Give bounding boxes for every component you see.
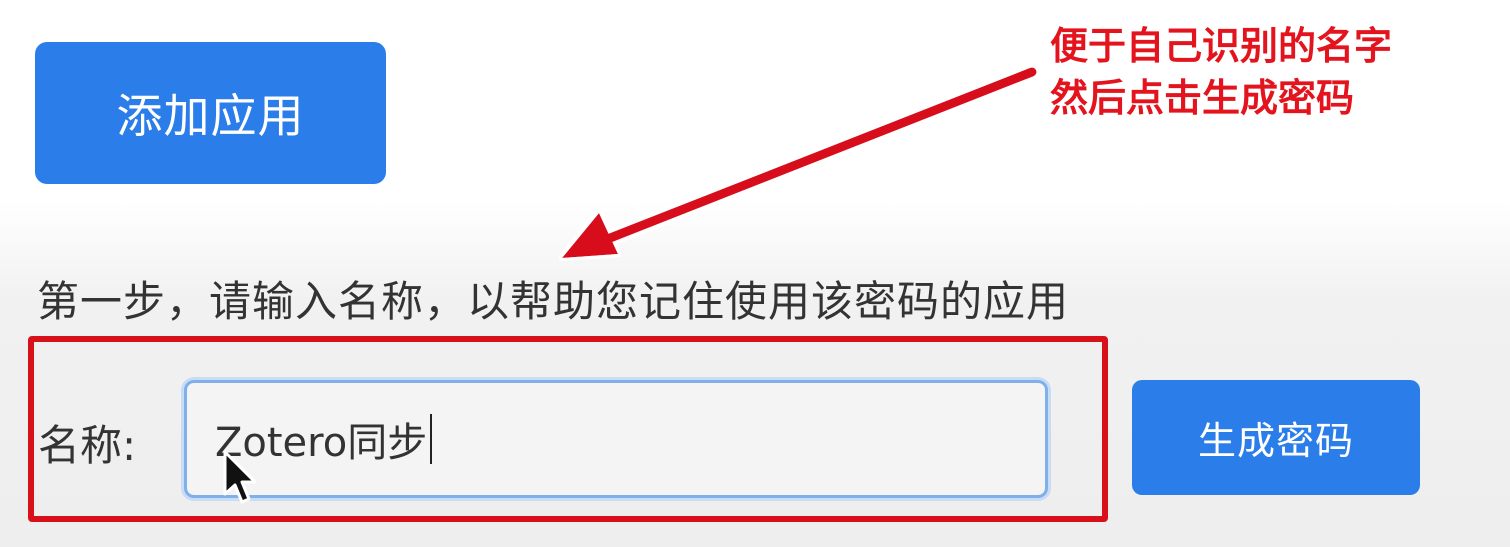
name-input[interactable]: Zotero同步 bbox=[184, 380, 1048, 498]
annotation-line-2: 然后点击生成密码 bbox=[1050, 76, 1355, 120]
annotation-note: 便于自己识别的名字 然后点击生成密码 bbox=[1050, 20, 1392, 124]
text-caret bbox=[430, 414, 433, 464]
add-app-button[interactable]: 添加应用 bbox=[35, 42, 386, 184]
mouse-pointer-icon bbox=[223, 450, 257, 504]
name-label: 名称: bbox=[38, 421, 137, 470]
annotation-line-1: 便于自己识别的名字 bbox=[1050, 24, 1393, 68]
generate-password-button[interactable]: 生成密码 bbox=[1132, 380, 1420, 495]
step-instruction: 第一步，请输入名称，以帮助您记住使用该密码的应用 bbox=[37, 277, 1070, 326]
